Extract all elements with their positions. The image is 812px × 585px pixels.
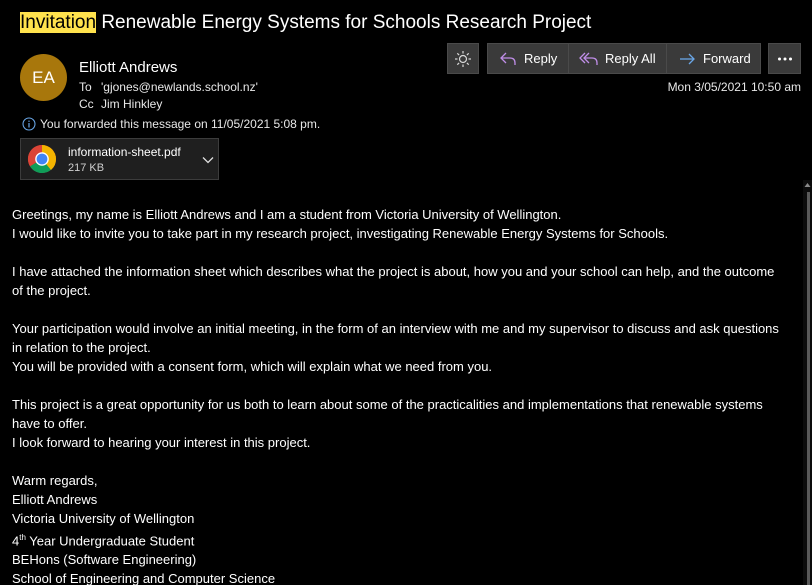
scroll-up-arrow-icon[interactable] xyxy=(803,181,812,189)
more-actions-button[interactable] xyxy=(768,43,801,74)
signature-year-suffix: th xyxy=(19,533,26,542)
sender-name[interactable]: Elliott Andrews xyxy=(79,59,177,76)
body-paragraph: This project is a great opportunity for … xyxy=(12,397,763,431)
attachment-name: information-sheet.pdf xyxy=(68,145,181,159)
vertical-scrollbar[interactable] xyxy=(803,180,812,585)
cc-label: Cc xyxy=(79,97,94,111)
sent-date: Mon 3/05/2021 10:50 am xyxy=(667,80,801,94)
message-body: Greetings, my name is Elliott Andrews an… xyxy=(12,205,782,585)
body-line: You will be provided with a consent form… xyxy=(12,359,493,374)
forward-info-text: You forwarded this message on 11/05/2021… xyxy=(40,117,321,131)
cc-line: Cc Jim Hinkley xyxy=(79,97,162,111)
forward-button[interactable]: Forward xyxy=(666,43,761,74)
signature-school: School of Engineering and Computer Scien… xyxy=(12,571,276,585)
brightness-button[interactable] xyxy=(447,43,479,74)
to-recipient[interactable]: 'gjones@newlands.school.nz' xyxy=(101,80,258,94)
reply-label: Reply xyxy=(524,51,558,66)
reply-all-icon xyxy=(579,52,598,65)
signature-degree: BEHons (Software Engineering) xyxy=(12,552,197,568)
reply-all-label: Reply All xyxy=(605,51,656,66)
info-icon xyxy=(22,117,36,131)
signature-name: Elliott Andrews xyxy=(12,492,98,507)
email-subject: Invitation Renewable Energy Systems for … xyxy=(20,12,591,34)
sender-avatar[interactable]: EA xyxy=(20,54,67,101)
attachment-size: 217 KB xyxy=(68,162,105,174)
signature-university: Victoria University of Wellington xyxy=(12,511,195,526)
sun-icon xyxy=(455,50,471,67)
more-icon xyxy=(777,57,792,60)
reply-button[interactable]: Reply xyxy=(487,43,569,74)
body-paragraph: I have attached the information sheet wh… xyxy=(12,264,775,298)
subject-text: Renewable Energy Systems for Schools Res… xyxy=(96,12,592,33)
chrome-icon xyxy=(27,144,57,174)
cc-recipient[interactable]: Jim Hinkley xyxy=(101,97,162,111)
scrollbar-thumb[interactable] xyxy=(807,192,810,585)
forward-info-bar: You forwarded this message on 11/05/2021… xyxy=(22,117,320,131)
avatar-initials: EA xyxy=(32,67,55,87)
signature-year-text: Year Undergraduate Student xyxy=(25,533,195,549)
reply-icon xyxy=(500,52,516,65)
forward-icon xyxy=(680,53,695,64)
body-line: I would like to invite you to take part … xyxy=(12,226,669,241)
forward-label: Forward xyxy=(703,51,751,66)
chevron-down-icon[interactable] xyxy=(202,156,214,164)
signature-regards: Warm regards, xyxy=(12,473,98,488)
to-line: To 'gjones@newlands.school.nz' xyxy=(79,80,258,94)
to-label: To xyxy=(79,80,92,94)
body-line: Greetings, my name is Elliott Andrews an… xyxy=(12,207,562,222)
subject-highlight: Invitation xyxy=(20,12,97,33)
attachment-card[interactable]: information-sheet.pdf 217 KB xyxy=(20,138,219,180)
body-line: I look forward to hearing your interest … xyxy=(12,435,311,450)
signature-year: 4th Year Undergraduate Student xyxy=(12,528,782,550)
email-reading-pane: Invitation Renewable Energy Systems for … xyxy=(0,0,812,585)
reply-all-button[interactable]: Reply All xyxy=(568,43,667,74)
body-paragraph: Your participation would involve an init… xyxy=(12,321,779,355)
